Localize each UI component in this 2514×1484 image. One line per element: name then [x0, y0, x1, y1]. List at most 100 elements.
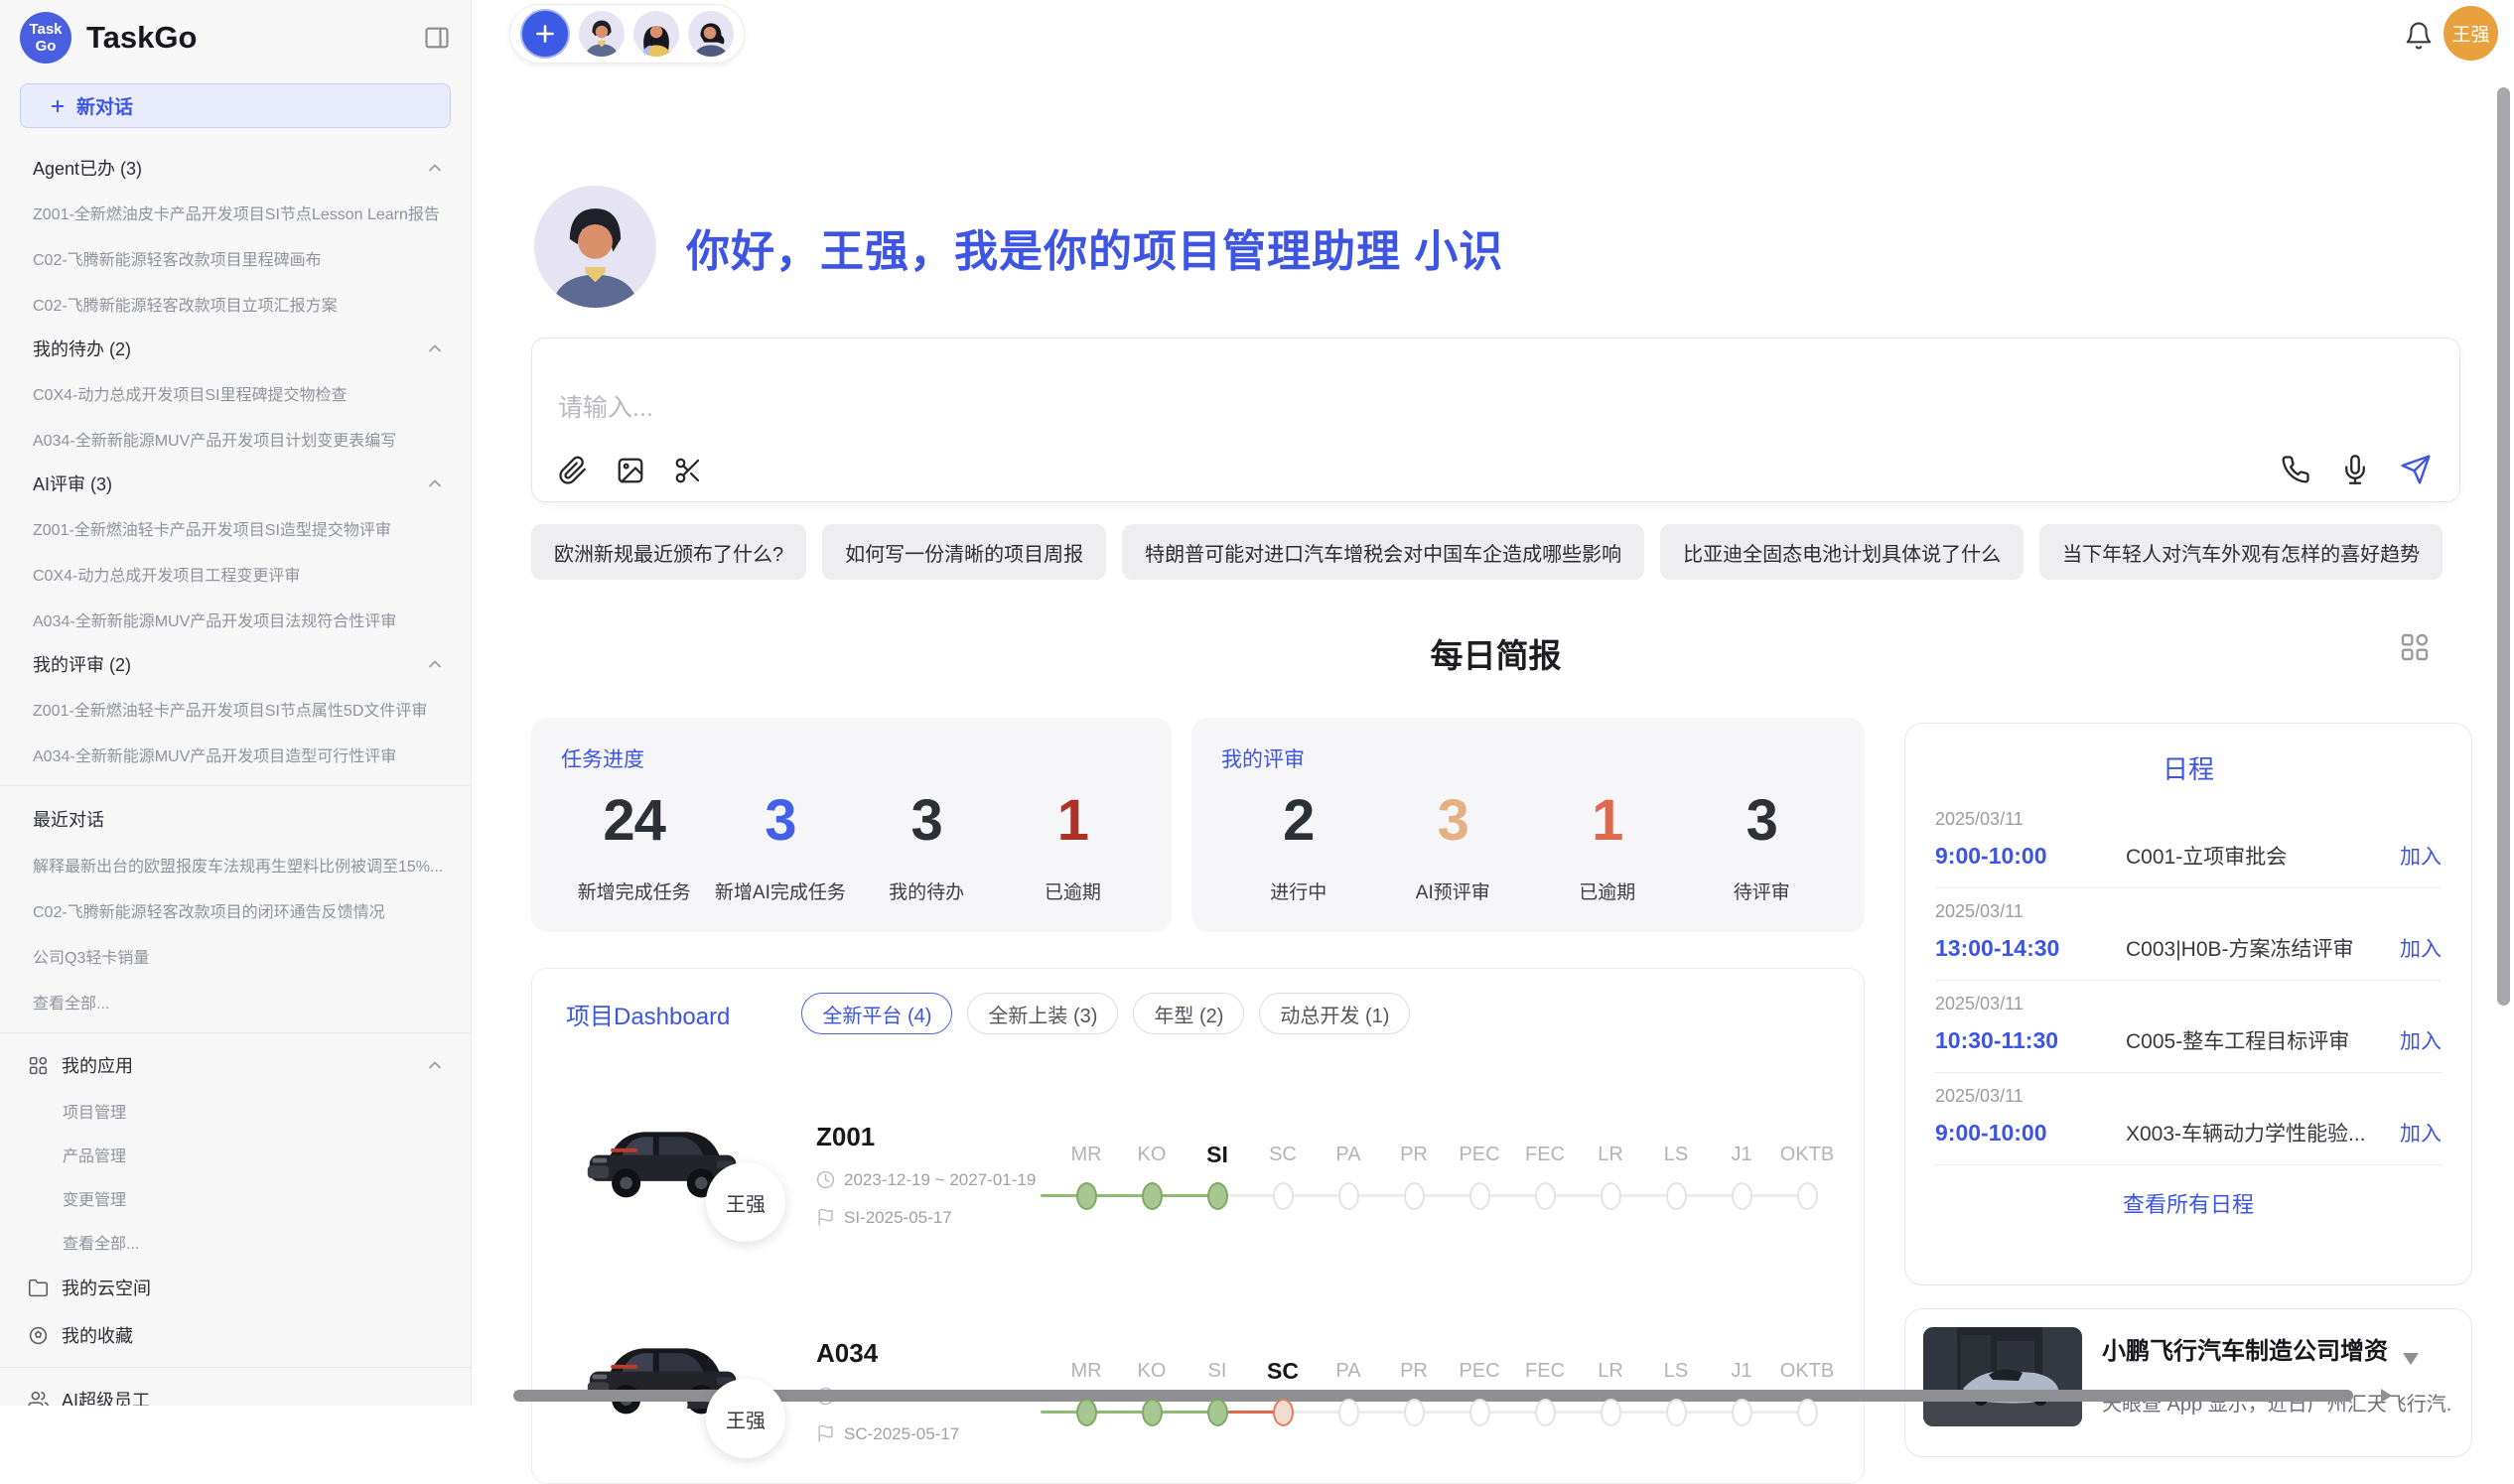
recent-conversation-item[interactable]: 查看全部... [0, 979, 471, 1024]
right-arrow-icon[interactable] [2381, 1389, 2392, 1403]
conversation-item[interactable]: C0X4-动力总成开发项目工程变更评审 [0, 551, 471, 597]
agent-avatar[interactable] [688, 11, 734, 57]
agent-avatar[interactable] [633, 11, 679, 57]
new-chat-button[interactable]: 新对话 [20, 83, 451, 128]
view-all-schedule-link[interactable]: 查看所有日程 [1935, 1165, 2442, 1241]
dashboard-tab[interactable]: 动总开发 (1) [1259, 993, 1410, 1034]
sidebar-toggle-icon[interactable] [423, 24, 451, 52]
milestone-node[interactable] [1535, 1399, 1556, 1426]
milestone-node[interactable] [1601, 1182, 1621, 1210]
stat-label: 已逾期 [1530, 877, 1685, 904]
milestone-node[interactable] [1797, 1399, 1818, 1426]
sidebar: Task Go TaskGo 新对话 Agent已办 (3)Z001-全新燃油皮… [0, 0, 472, 1406]
section-header[interactable]: 我的待办 (2) [0, 327, 471, 370]
app-item[interactable]: 产品管理 [0, 1133, 471, 1176]
news-title: 小鹏飞行汽车制造公司增资 [2102, 1331, 2453, 1366]
user-avatar[interactable]: 王强 [2444, 6, 2498, 61]
milestone-node[interactable] [1469, 1182, 1490, 1210]
milestone-node[interactable] [1535, 1182, 1556, 1210]
scissors-icon[interactable] [673, 456, 703, 485]
milestone-node[interactable] [1207, 1399, 1228, 1426]
recent-conversation-item[interactable]: 解释最新出台的欧盟报废车法规再生塑料比例被调至15%... [0, 842, 471, 887]
task-progress-card: 任务进度24新增完成任务3新增AI完成任务3我的待办1已逾期 [531, 718, 1172, 932]
section-header[interactable]: Agent已办 (3) [0, 146, 471, 190]
sidebar-link-AI超级员工[interactable]: AI超级员工 [0, 1376, 471, 1406]
down-arrow-icon[interactable] [2403, 1353, 2419, 1365]
conversation-item[interactable]: C02-飞腾新能源轻客改款项目里程碑画布 [0, 235, 471, 281]
stat-label: 进行中 [1221, 877, 1376, 904]
send-icon[interactable] [2400, 454, 2432, 485]
project-code[interactable]: Z001 [816, 1122, 1040, 1152]
project-rows: 王强Z0012023-12-19 ~ 2027-01-19SI-2025-05-… [532, 1034, 1864, 1484]
milestone-node[interactable] [1666, 1399, 1687, 1426]
milestone-node[interactable] [1469, 1399, 1490, 1426]
paperclip-icon[interactable] [558, 456, 588, 485]
conversation-item[interactable]: Z001-全新燃油皮卡产品开发项目SI节点Lesson Learn报告 [0, 190, 471, 235]
milestone-node[interactable] [1666, 1182, 1687, 1210]
milestone-node[interactable] [1142, 1182, 1163, 1210]
milestone-node[interactable] [1732, 1399, 1752, 1426]
join-link[interactable]: 加入 [2400, 1118, 2442, 1147]
milestone-node[interactable] [1797, 1182, 1818, 1210]
conversation-item[interactable]: Z001-全新燃油轻卡产品开发项目SI节点属性5D文件评审 [0, 686, 471, 732]
notification-bell-icon[interactable] [2404, 21, 2434, 51]
event-main: 9:00-10:00X003-车辆动力学性能验...加入 [1935, 1118, 2442, 1147]
conversation-item[interactable]: A034-全新新能源MUV产品开发项目计划变更表编写 [0, 416, 471, 462]
join-link[interactable]: 加入 [2400, 1025, 2442, 1055]
milestone-node[interactable] [1142, 1399, 1163, 1426]
milestone-node[interactable] [1076, 1399, 1097, 1426]
milestone-label: KO [1138, 1356, 1167, 1386]
event-title: C003|H0B-方案冻结评审 [2102, 933, 2400, 963]
milestone: SI [1185, 1140, 1250, 1210]
milestone-node[interactable] [1338, 1399, 1359, 1426]
news-card[interactable]: 小鹏飞行汽车制造公司增资 天眼查 App 显示，近日广州汇天飞行汽... [1904, 1308, 2472, 1457]
suggestion-chip[interactable]: 如何写一份清晰的项目周报 [822, 524, 1106, 580]
project-code[interactable]: A034 [816, 1338, 1040, 1369]
milestone-node[interactable] [1207, 1182, 1228, 1210]
dashboard-tab[interactable]: 全新平台 (4) [801, 993, 952, 1034]
mic-icon[interactable] [2340, 455, 2370, 484]
milestone-node[interactable] [1338, 1182, 1359, 1210]
milestone-node[interactable] [1404, 1182, 1425, 1210]
suggestion-chip[interactable]: 比亚迪全固态电池计划具体说了什么 [1660, 524, 2024, 580]
agent-avatar[interactable] [579, 11, 625, 57]
app-item[interactable]: 项目管理 [0, 1089, 471, 1133]
milestone-label: PR [1400, 1140, 1428, 1169]
suggestion-chip[interactable]: 当下年轻人对汽车外观有怎样的喜好趋势 [2039, 524, 2443, 580]
conversation-item[interactable]: C0X4-动力总成开发项目SI里程碑提交物检查 [0, 370, 471, 416]
recent-conversation-item[interactable]: 公司Q3轻卡销量 [0, 933, 471, 979]
stat-grid: 2进行中3AI预评审1已逾期3待评审 [1221, 787, 1839, 904]
app-item[interactable]: 变更管理 [0, 1176, 471, 1220]
image-icon[interactable] [616, 456, 645, 485]
section-header[interactable]: AI评审 (3) [0, 462, 471, 505]
milestone-node[interactable] [1076, 1182, 1097, 1210]
grid-icon[interactable] [2399, 631, 2431, 663]
sidebar-link-我的云空间[interactable]: 我的云空间 [0, 1264, 471, 1311]
milestone: SI [1185, 1356, 1250, 1426]
conversation-item[interactable]: A034-全新新能源MUV产品开发项目法规符合性评审 [0, 597, 471, 642]
suggestion-chip[interactable]: 欧洲新规最近颁布了什么? [531, 524, 806, 580]
dashboard-tab[interactable]: 年型 (2) [1133, 993, 1244, 1034]
section-header[interactable]: 我的评审 (2) [0, 642, 471, 686]
milestone-node[interactable] [1732, 1182, 1752, 1210]
my-apps-header[interactable]: 我的应用 [0, 1041, 471, 1089]
suggestion-chip[interactable]: 特朗普可能对进口汽车增税会对中国车企造成哪些影响 [1122, 524, 1644, 580]
milestone-node[interactable] [1273, 1399, 1294, 1426]
add-agent-button[interactable] [520, 9, 570, 59]
sidebar-link-我的收藏[interactable]: 我的收藏 [0, 1311, 471, 1359]
join-link[interactable]: 加入 [2400, 841, 2442, 871]
milestone: LS [1643, 1140, 1709, 1210]
dashboard-tab[interactable]: 全新上装 (3) [967, 993, 1118, 1034]
app-item[interactable]: 查看全部... [0, 1220, 471, 1264]
milestone-node[interactable] [1601, 1399, 1621, 1426]
milestone-node[interactable] [1273, 1182, 1294, 1210]
conversation-item[interactable]: C02-飞腾新能源轻客改款项目立项汇报方案 [0, 281, 471, 327]
recent-conversation-item[interactable]: C02-飞腾新能源轻客改款项目的闭环通告反馈情况 [0, 887, 471, 933]
chat-input[interactable] [558, 394, 1948, 423]
join-link[interactable]: 加入 [2400, 933, 2442, 963]
conversation-item[interactable]: Z001-全新燃油轻卡产品开发项目SI造型提交物评审 [0, 505, 471, 551]
milestone-node[interactable] [1404, 1399, 1425, 1426]
conversation-item[interactable]: A034-全新新能源MUV产品开发项目造型可行性评审 [0, 732, 471, 777]
vertical-scrollbar[interactable] [2497, 87, 2510, 1006]
phone-icon[interactable] [2281, 455, 2310, 484]
